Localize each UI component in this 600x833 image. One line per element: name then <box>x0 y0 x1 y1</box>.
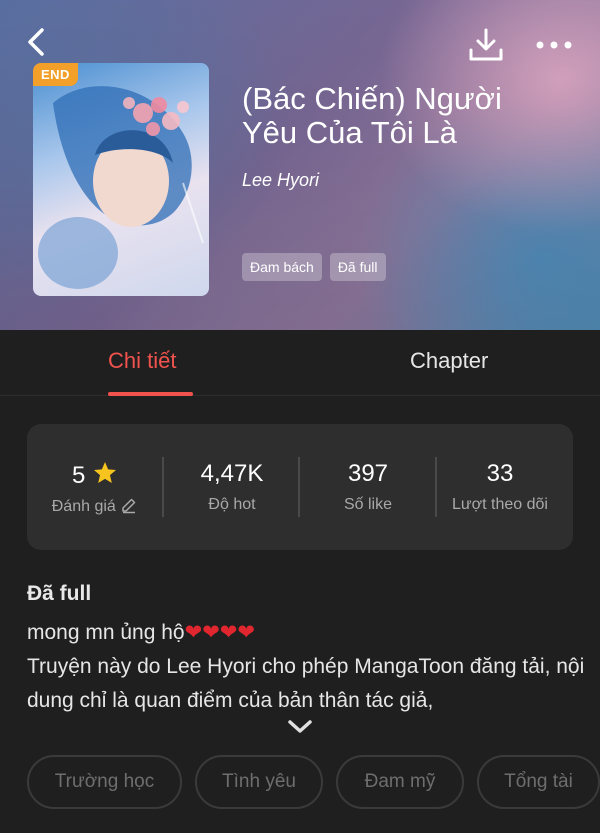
book-cover[interactable]: END <box>33 63 209 296</box>
book-title: (Bác Chiến) Người Yêu Của Tôi Là <box>242 81 502 150</box>
description-line1: mong mn ủng hộ <box>27 621 185 644</box>
genre-tag[interactable]: Đam mỹ <box>336 755 464 809</box>
stat-likes: 397 Số like <box>300 460 436 514</box>
tab-bar: Chi tiết Chapter <box>0 330 600 396</box>
download-icon[interactable] <box>466 26 506 64</box>
genre-tag[interactable]: Trường học <box>27 755 182 809</box>
hot-label: Độ hot <box>208 496 256 513</box>
tab-chapter[interactable]: Chapter <box>410 348 488 374</box>
star-icon <box>92 461 118 489</box>
completion-status: Đã full <box>27 582 92 605</box>
more-icon[interactable] <box>532 30 576 60</box>
active-tab-indicator <box>108 392 193 396</box>
tab-detail[interactable]: Chi tiết <box>108 348 176 374</box>
description-text: mong mn ủng hộ❤❤❤❤ Truyện này do Lee Hyo… <box>27 616 587 718</box>
stat-rating[interactable]: 5 Đánh giá <box>27 460 163 516</box>
likes-value: 397 <box>347 460 389 487</box>
stat-followers: 33 Lượt theo dõi <box>432 460 568 514</box>
rating-label: Đánh giá <box>51 498 116 515</box>
tag-da-full[interactable]: Đã full <box>329 253 386 281</box>
rating-value: 5 <box>71 462 86 489</box>
likes-label: Số like <box>343 496 393 513</box>
hot-value: 4,47K <box>200 460 264 487</box>
stat-hot: 4,47K Độ hot <box>164 460 300 514</box>
tag-dam-bach[interactable]: Đam bách <box>242 253 322 281</box>
end-badge: END <box>33 63 78 86</box>
genre-tag[interactable]: Tình yêu <box>195 755 323 809</box>
book-header: END (Bác Chiến) Người Yêu Của Tôi Là Lee… <box>0 0 600 330</box>
edit-icon[interactable] <box>120 498 138 515</box>
header-tags: Đam bách Đã full <box>242 253 386 281</box>
back-arrow-icon[interactable] <box>22 24 56 60</box>
expand-chevron-icon[interactable] <box>286 716 314 738</box>
followers-value: 33 <box>486 460 514 487</box>
followers-label: Lượt theo dõi <box>452 496 548 513</box>
stats-card: 5 Đánh giá 4,47K Độ hot 397 Số like 33 L… <box>27 424 573 550</box>
hearts-emoji: ❤❤❤❤ <box>184 621 255 644</box>
author-name[interactable]: Lee Hyori <box>242 170 319 191</box>
genre-tag[interactable]: Tổng tài <box>477 755 600 809</box>
description-body: Truyện này do Lee Hyori cho phép MangaTo… <box>27 655 585 712</box>
